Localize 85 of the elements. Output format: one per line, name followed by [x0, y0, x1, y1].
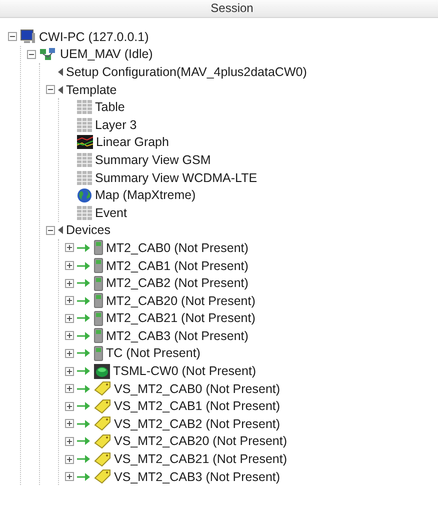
collapse-icon[interactable]: [27, 50, 36, 59]
pointer-icon: [58, 226, 63, 234]
tree-item[interactable]: CWI-PC (127.0.0.1): [39, 28, 149, 45]
arrow-icon: [77, 470, 91, 483]
tree-item[interactable]: MT2_CAB20 (Not Present): [106, 292, 256, 309]
tree-item[interactable]: VS_MT2_CAB2 (Not Present): [114, 416, 280, 432]
table-icon: [77, 152, 92, 167]
expand-icon[interactable]: [65, 472, 74, 482]
tree-item[interactable]: Devices: [66, 222, 110, 238]
expand-icon[interactable]: [65, 261, 74, 270]
tag-icon: [94, 381, 111, 396]
table-icon: [77, 206, 92, 220]
arrow-icon: [77, 330, 91, 342]
tree-item[interactable]: MT2_CAB1 (Not Present): [106, 258, 248, 274]
arrow-icon: [77, 260, 91, 272]
expand-icon[interactable]: [65, 402, 74, 411]
arrow-icon: [77, 294, 91, 307]
collapse-icon[interactable]: [46, 226, 55, 235]
phone-icon: [94, 310, 103, 326]
collapse-icon[interactable]: [8, 32, 17, 42]
tree-item[interactable]: Map (MapXtreme): [95, 187, 196, 204]
tree-item[interactable]: MT2_CAB3 (Not Present): [106, 328, 248, 344]
table-icon: [77, 170, 92, 185]
tag-icon: [94, 469, 111, 484]
phone-icon: [94, 258, 103, 274]
network-icon: [39, 46, 57, 62]
table-icon: [77, 118, 92, 132]
scanner-icon: [94, 364, 110, 379]
tag-icon: [94, 416, 111, 432]
arrow-icon: [77, 277, 91, 290]
arrow-icon: [77, 347, 91, 360]
arrow-icon: [77, 435, 91, 448]
collapse-icon[interactable]: [46, 85, 55, 94]
tag-icon: [94, 398, 111, 414]
tree-item[interactable]: VS_MT2_CAB0 (Not Present): [114, 380, 280, 397]
tag-icon: [94, 434, 111, 449]
expand-icon[interactable]: [65, 331, 74, 340]
tree-item[interactable]: Template: [66, 82, 117, 98]
arrow-icon: [77, 400, 91, 412]
line-graph-icon: [77, 135, 93, 150]
tree-item[interactable]: UEM_MAV (Idle): [60, 46, 153, 62]
arrow-icon: [77, 453, 91, 466]
phone-icon: [94, 328, 103, 344]
phone-icon: [94, 346, 103, 361]
expand-icon[interactable]: [65, 384, 74, 394]
expand-icon[interactable]: [65, 296, 74, 306]
tree-item[interactable]: Summary View GSM: [95, 152, 211, 168]
tree-item[interactable]: Setup Configuration(MAV_4plus2dataCW0): [66, 64, 307, 80]
tree-item[interactable]: Table: [95, 99, 125, 116]
globe-icon: [77, 188, 92, 203]
arrow-icon: [77, 382, 91, 395]
expand-icon[interactable]: [65, 314, 74, 323]
tree-item[interactable]: Summary View WCDMA-LTE: [95, 170, 258, 186]
tree-item[interactable]: VS_MT2_CAB20 (Not Present): [114, 433, 287, 450]
tree-item[interactable]: MT2_CAB21 (Not Present): [106, 310, 256, 326]
expand-icon[interactable]: [65, 278, 74, 288]
tree-item[interactable]: MT2_CAB0 (Not Present): [106, 240, 248, 256]
tree-item[interactable]: Linear Graph: [96, 134, 169, 150]
expand-icon[interactable]: [65, 454, 74, 464]
expand-icon[interactable]: [65, 348, 74, 358]
pointer-icon: [58, 68, 63, 76]
phone-icon: [94, 276, 103, 291]
arrow-icon: [77, 242, 91, 254]
arrow-icon: [77, 418, 91, 430]
computer-icon: [20, 29, 36, 44]
arrow-icon: [77, 365, 91, 378]
expand-icon[interactable]: [65, 436, 74, 446]
tree-item[interactable]: VS_MT2_CAB3 (Not Present): [114, 468, 280, 485]
pointer-icon: [58, 86, 63, 94]
phone-icon: [94, 240, 103, 256]
tree-item[interactable]: VS_MT2_CAB1 (Not Present): [114, 398, 280, 414]
tree-item[interactable]: TSML-CW0 (Not Present): [113, 363, 256, 380]
tree-item[interactable]: VS_MT2_CAB21 (Not Present): [114, 451, 287, 468]
expand-icon[interactable]: [65, 243, 74, 252]
tree-item[interactable]: MT2_CAB2 (Not Present): [106, 275, 248, 292]
expand-icon[interactable]: [65, 419, 74, 428]
expand-icon[interactable]: [65, 366, 74, 376]
tree-item[interactable]: Layer 3: [95, 116, 137, 133]
tree-item[interactable]: Event: [95, 204, 127, 221]
tree-item[interactable]: TC (Not Present): [106, 345, 200, 362]
phone-icon: [94, 293, 103, 308]
table-icon: [77, 100, 92, 114]
tag-icon: [94, 452, 111, 467]
arrow-icon: [77, 312, 91, 324]
column-header[interactable]: Session: [0, 0, 438, 18]
